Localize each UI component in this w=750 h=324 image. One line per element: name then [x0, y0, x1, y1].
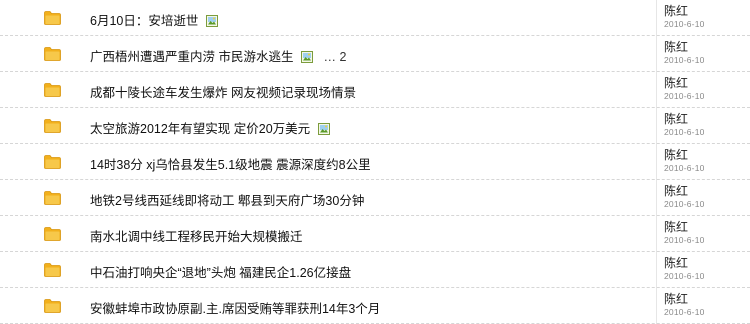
topic-title-text: 南水北调中线工程移民开始大规模搬迁 — [90, 230, 303, 244]
post-date: 2010-6-10 — [664, 307, 705, 317]
topic-title-text: 广西梧州遭遇严重内涝 市民游水逃生 — [90, 50, 294, 64]
topic-title-link[interactable]: 安徽蚌埠市政协原副.主.席因受贿等罪获刑14年3个月 — [90, 298, 380, 317]
folder-icon — [44, 47, 61, 61]
folder-icon — [44, 227, 61, 241]
topic-row: 地铁2号线西延线即将动工 郫县到天府广场30分钟 陈红 2010-6-10 — [0, 180, 750, 216]
topic-row: 6月10日：安培逝世 陈红 2010-6-10 — [0, 0, 750, 36]
folder-icon — [44, 83, 61, 97]
image-attachment-icon — [301, 51, 314, 63]
page-jump-link[interactable]: … 2 — [323, 50, 346, 64]
folder-icon — [44, 155, 61, 169]
topic-title-text: 太空旅游2012年有望实现 定价20万美元 — [90, 122, 311, 136]
folder-icon — [44, 263, 61, 277]
topic-row: 中石油打响央企“退地”头炮 福建民企1.26亿接盘 陈红 2010-6-10 — [0, 252, 750, 288]
topic-list: 6月10日：安培逝世 陈红 2010-6-10 广西梧州遭遇严重内涝 市民游水逃… — [0, 0, 750, 324]
topic-title-link[interactable]: 中石油打响央企“退地”头炮 福建民企1.26亿接盘 — [90, 262, 351, 281]
author-link[interactable]: 陈红 — [664, 182, 688, 199]
author-link[interactable]: 陈红 — [664, 2, 688, 19]
post-date: 2010-6-10 — [664, 199, 705, 209]
topic-title-text: 成都十陵长途车发生爆炸 网友视频记录现场情景 — [90, 86, 356, 100]
topic-title-text: 14时38分 xj乌恰县发生5.1级地震 震源深度约8公里 — [90, 158, 371, 172]
author-link[interactable]: 陈红 — [664, 218, 688, 235]
post-date: 2010-6-10 — [664, 271, 705, 281]
author-link[interactable]: 陈红 — [664, 146, 688, 163]
post-date: 2010-6-10 — [664, 163, 705, 173]
topic-title-link[interactable]: 地铁2号线西延线即将动工 郫县到天府广场30分钟 — [90, 190, 364, 209]
post-date: 2010-6-10 — [664, 91, 705, 101]
folder-icon — [44, 119, 61, 133]
post-date: 2010-6-10 — [664, 55, 705, 65]
author-link[interactable]: 陈红 — [664, 290, 688, 307]
author-link[interactable]: 陈红 — [664, 38, 688, 55]
topic-title-text: 安徽蚌埠市政协原副.主.席因受贿等罪获刑14年3个月 — [90, 302, 381, 316]
folder-icon — [44, 191, 61, 205]
topic-row: 成都十陵长途车发生爆炸 网友视频记录现场情景 陈红 2010-6-10 — [0, 72, 750, 108]
topic-row: 南水北调中线工程移民开始大规模搬迁 陈红 2010-6-10 — [0, 216, 750, 252]
topic-title-link[interactable]: 广西梧州遭遇严重内涝 市民游水逃生 … 2 — [90, 46, 346, 65]
topic-row: 14时38分 xj乌恰县发生5.1级地震 震源深度约8公里 陈红 2010-6-… — [0, 144, 750, 180]
post-date: 2010-6-10 — [664, 19, 705, 29]
image-attachment-icon — [318, 123, 331, 135]
topic-title-link[interactable]: 南水北调中线工程移民开始大规模搬迁 — [90, 226, 303, 245]
folder-icon — [44, 11, 61, 25]
topic-title-link[interactable]: 太空旅游2012年有望实现 定价20万美元 — [90, 118, 331, 137]
topic-row: 广西梧州遭遇严重内涝 市民游水逃生 … 2 陈红 2010-6-10 — [0, 36, 750, 72]
topic-title-link[interactable]: 14时38分 xj乌恰县发生5.1级地震 震源深度约8公里 — [90, 154, 371, 173]
topic-title-text: 中石油打响央企“退地”头炮 福建民企1.26亿接盘 — [90, 266, 352, 280]
author-link[interactable]: 陈红 — [664, 254, 688, 271]
topic-title-link[interactable]: 6月10日：安培逝世 — [90, 10, 219, 29]
post-date: 2010-6-10 — [664, 235, 705, 245]
topic-row: 安徽蚌埠市政协原副.主.席因受贿等罪获刑14年3个月 陈红 2010-6-10 — [0, 288, 750, 324]
folder-icon — [44, 299, 61, 313]
topic-title-text: 6月10日：安培逝世 — [90, 14, 199, 28]
author-link[interactable]: 陈红 — [664, 110, 688, 127]
topic-row: 太空旅游2012年有望实现 定价20万美元 陈红 2010-6-10 — [0, 108, 750, 144]
topic-title-text: 地铁2号线西延线即将动工 郫县到天府广场30分钟 — [90, 194, 365, 208]
post-date: 2010-6-10 — [664, 127, 705, 137]
image-attachment-icon — [206, 15, 219, 27]
author-link[interactable]: 陈红 — [664, 74, 688, 91]
topic-title-link[interactable]: 成都十陵长途车发生爆炸 网友视频记录现场情景 — [90, 82, 356, 101]
